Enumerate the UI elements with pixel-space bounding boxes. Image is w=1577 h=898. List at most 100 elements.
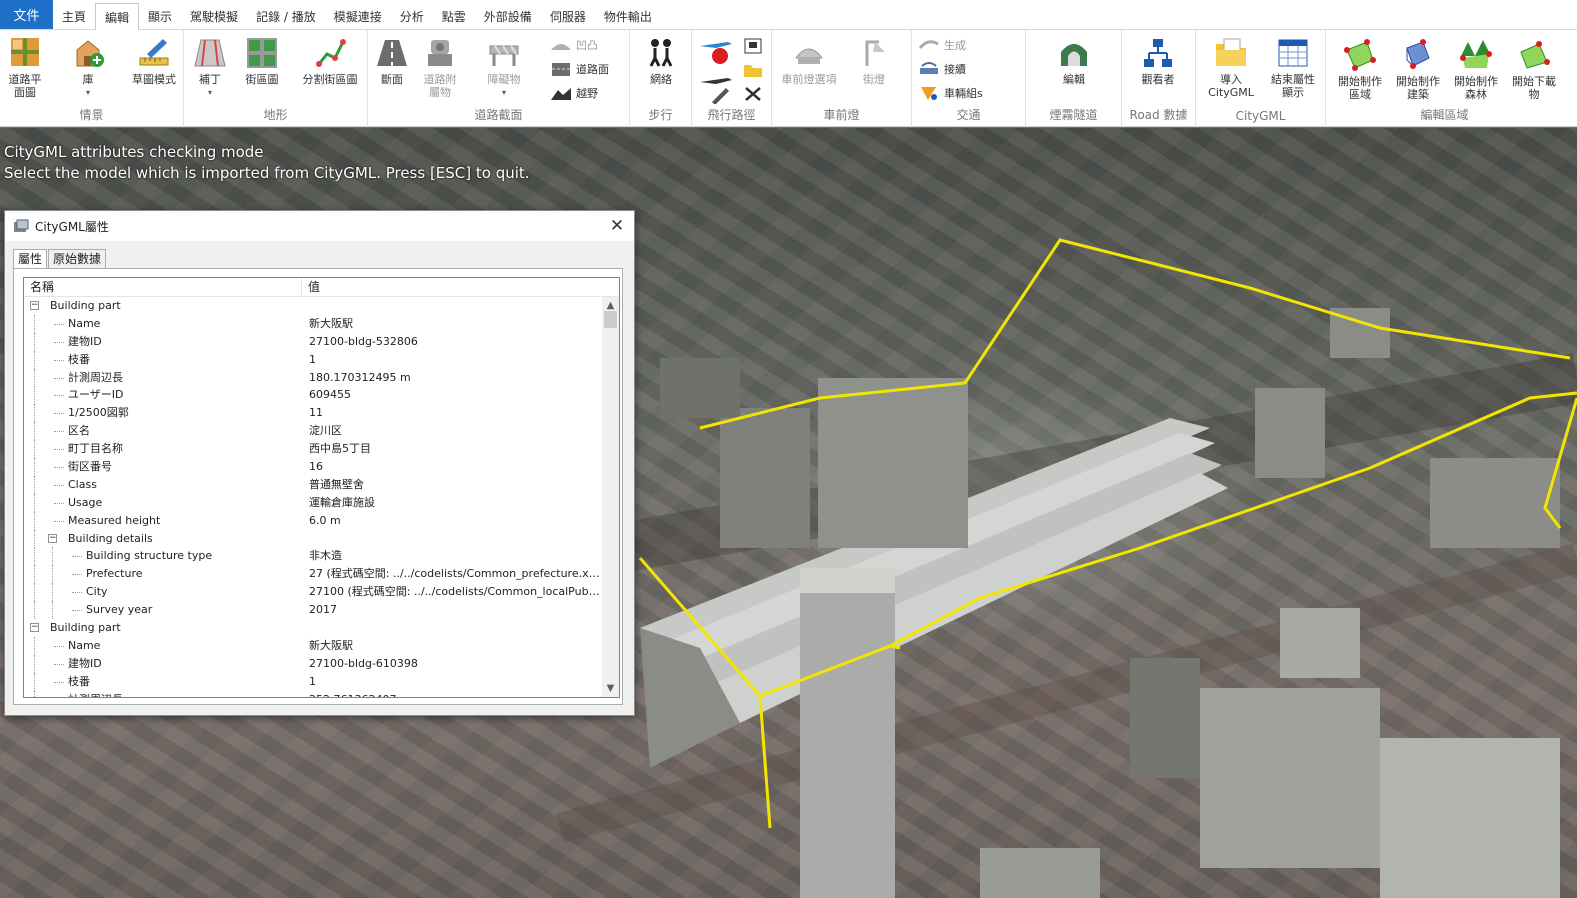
road-surface-button[interactable]: 道路面 xyxy=(550,60,609,78)
flight-delete-button[interactable] xyxy=(742,84,764,107)
group-citygml-label: CityGML xyxy=(1235,109,1286,123)
road-plan-button[interactable]: 道路平 面圖 xyxy=(6,36,44,99)
ribbon-tab[interactable]: 顯示 xyxy=(139,3,181,29)
tree-row[interactable]: City 27100 (程式碼空間: ../../codelists/Common… xyxy=(24,583,602,602)
tree-connector xyxy=(54,359,64,361)
make-building-button[interactable]: 開始制作 建築 xyxy=(1390,38,1446,101)
tree-row[interactable]: Survey year 2017 xyxy=(24,601,602,620)
tree-row[interactable]: 町丁目名称 西中島5丁目 xyxy=(24,440,602,459)
ribbon-tab[interactable]: 模擬連接 xyxy=(325,3,391,29)
make-area-button[interactable]: 開始制作 區域 xyxy=(1332,38,1388,101)
ribbon-tab[interactable]: 編輯 xyxy=(95,3,140,30)
bump-button[interactable]: 凹凸 xyxy=(550,36,598,54)
tree-row[interactable]: 1/2500図郭 11 xyxy=(24,404,602,423)
collapse-toggle-icon[interactable]: − xyxy=(30,623,39,633)
scroll-thumb[interactable] xyxy=(604,311,617,328)
tree-row[interactable]: 街区番号 16 xyxy=(24,458,602,477)
tab-attributes[interactable]: 屬性 xyxy=(13,249,48,269)
make-lower-button[interactable]: 開始下載 物 xyxy=(1506,38,1562,101)
flight-edit-button[interactable] xyxy=(698,74,734,107)
road-accessory-button[interactable]: 道路附 屬物 xyxy=(418,36,462,99)
tree-group-row[interactable]: − Building part xyxy=(24,297,602,315)
fog-edit-button[interactable]: 編輯 xyxy=(1054,36,1094,86)
tree-row[interactable]: Usage 運輸倉庫施設 xyxy=(24,493,602,512)
ribbon-tab[interactable]: 主頁 xyxy=(53,3,95,29)
tree-row[interactable]: Prefecture 27 (程式碼空間: ../../codelists/Com… xyxy=(24,565,602,584)
headlight-options-button[interactable]: 車前燈選項 xyxy=(776,36,842,86)
drawing-mode-button[interactable]: 草圖模式 xyxy=(128,36,180,86)
generate-button[interactable]: 生成 xyxy=(918,36,966,54)
tree-row[interactable]: 計測周辺長 252.761362407... xyxy=(24,690,602,697)
tree-row[interactable]: ユーザーID 609455 xyxy=(24,386,602,405)
close-icon[interactable]: ✕ xyxy=(606,215,628,237)
tree-row[interactable]: Name 新大阪駅 xyxy=(24,636,602,655)
ribbon-tab[interactable]: 記錄 / 播放 xyxy=(247,3,325,29)
ribbon-tab[interactable]: 伺服器 xyxy=(541,3,595,29)
column-header-value[interactable]: 值 xyxy=(302,278,320,296)
citygml-attributes-dialog[interactable]: CityGML屬性 ✕ 屬性 原始數據 名稱 值 − Building part N… xyxy=(4,210,635,716)
library-button[interactable]: 庫 ▾ xyxy=(70,36,106,99)
patch-button[interactable]: 補丁 ▾ xyxy=(192,36,228,99)
tree-row[interactable]: 建物ID 27100-bldg-610398 xyxy=(24,654,602,673)
split-block-button[interactable]: 分割街區圖 xyxy=(294,36,366,86)
tree-row[interactable]: Name 新大阪駅 xyxy=(24,314,602,333)
group-fog-tunnel: 編輯 煙霧隧道 xyxy=(1026,30,1122,127)
flight-folder-button[interactable] xyxy=(742,60,764,83)
road-plan-label-2: 面圖 xyxy=(14,86,36,99)
ribbon-tab-bar: 文件 主頁 編輯 顯示 駕駛模擬 記錄 / 播放 模擬連接 分析 點雲 外部設備 伺服器 物件輸出 xyxy=(0,0,1577,30)
attribute-name: 枝番 xyxy=(68,352,90,366)
patch-dropdown-icon[interactable]: ▾ xyxy=(208,86,212,99)
attribute-name: 枝番 xyxy=(68,674,90,688)
import-citygml-button[interactable]: 導入 CityGML xyxy=(1202,36,1260,99)
tree-connector xyxy=(34,529,35,548)
vehicle-group-button[interactable]: 車輛組s xyxy=(918,84,983,102)
block-map-button[interactable]: 街區圖 xyxy=(240,36,284,86)
ribbon-tab[interactable]: 分析 xyxy=(391,3,433,29)
attribute-value: 11 xyxy=(309,406,323,420)
off-road-button[interactable]: 越野 xyxy=(550,84,598,102)
tree-row[interactable]: Building structure type 非木造 xyxy=(24,547,602,566)
ribbon-tab[interactable]: 物件輸出 xyxy=(595,3,661,29)
cross-section-button[interactable]: 斷面 xyxy=(374,36,410,86)
tree-row[interactable]: 枝番 1 xyxy=(24,672,602,691)
tree-row[interactable]: 区名 淀川区 xyxy=(24,422,602,441)
file-menu-tab[interactable]: 文件 xyxy=(0,0,53,29)
tree-group-row[interactable]: − Building part xyxy=(24,619,602,637)
end-attr-display-button[interactable]: 結束屬性 顯示 xyxy=(1264,36,1322,99)
column-header-name[interactable]: 名稱 xyxy=(24,278,302,296)
obstacle-button[interactable]: 障礙物 ▾ xyxy=(482,36,526,99)
tree-row[interactable]: 枝番 1 xyxy=(24,350,602,369)
attribute-value: 1 xyxy=(309,352,316,366)
ribbon-tab[interactable]: 外部設備 xyxy=(475,3,541,29)
tree-connector xyxy=(54,377,64,379)
attribute-name: 建物ID xyxy=(68,656,102,670)
vertical-scrollbar[interactable]: ▲ ▼ xyxy=(602,297,619,697)
network-button[interactable]: 網絡 xyxy=(642,36,680,86)
viewer-button[interactable]: 觀看者 xyxy=(1136,36,1180,86)
obstacle-dropdown-icon[interactable]: ▾ xyxy=(502,86,506,99)
attribute-value: 淀川区 xyxy=(309,424,342,438)
scroll-down-icon[interactable]: ▼ xyxy=(602,680,619,697)
tree-group-row[interactable]: − Building details xyxy=(24,529,602,548)
attributes-tree[interactable]: 名稱 值 − Building part Name 新大阪駅 建物ID 27100-bld… xyxy=(23,277,620,698)
street-lamp-button[interactable]: 街燈 xyxy=(852,36,896,86)
dialog-titlebar[interactable]: CityGML屬性 xyxy=(5,211,634,241)
tree-row[interactable]: Measured height 6.0 m xyxy=(24,511,602,530)
tree-connector xyxy=(34,422,35,441)
tree-row[interactable]: 建物ID 27100-bldg-532806 xyxy=(24,332,602,351)
make-forest-button[interactable]: 開始制作 森林 xyxy=(1448,38,1504,101)
bump-label: 凹凸 xyxy=(576,39,598,52)
flight-record-button[interactable] xyxy=(742,36,764,59)
ribbon-tab[interactable]: 點雲 xyxy=(433,3,475,29)
flight-add-button[interactable] xyxy=(698,36,734,69)
collapse-toggle-icon[interactable]: − xyxy=(30,301,39,310)
tab-raw-data[interactable]: 原始數據 xyxy=(48,249,107,268)
off-road-icon xyxy=(550,84,572,102)
tree-row[interactable]: 計測周辺長 180.170312495 m xyxy=(24,368,602,387)
tree-row[interactable]: Class 普通無壁舍 xyxy=(24,475,602,494)
ribbon-tab[interactable]: 駕駛模擬 xyxy=(181,3,247,29)
group-scene-label: 情景 xyxy=(79,108,104,122)
library-dropdown-icon[interactable]: ▾ xyxy=(86,86,90,99)
collapse-toggle-icon[interactable]: − xyxy=(48,533,57,543)
connect-button[interactable]: 接續 xyxy=(918,60,966,78)
